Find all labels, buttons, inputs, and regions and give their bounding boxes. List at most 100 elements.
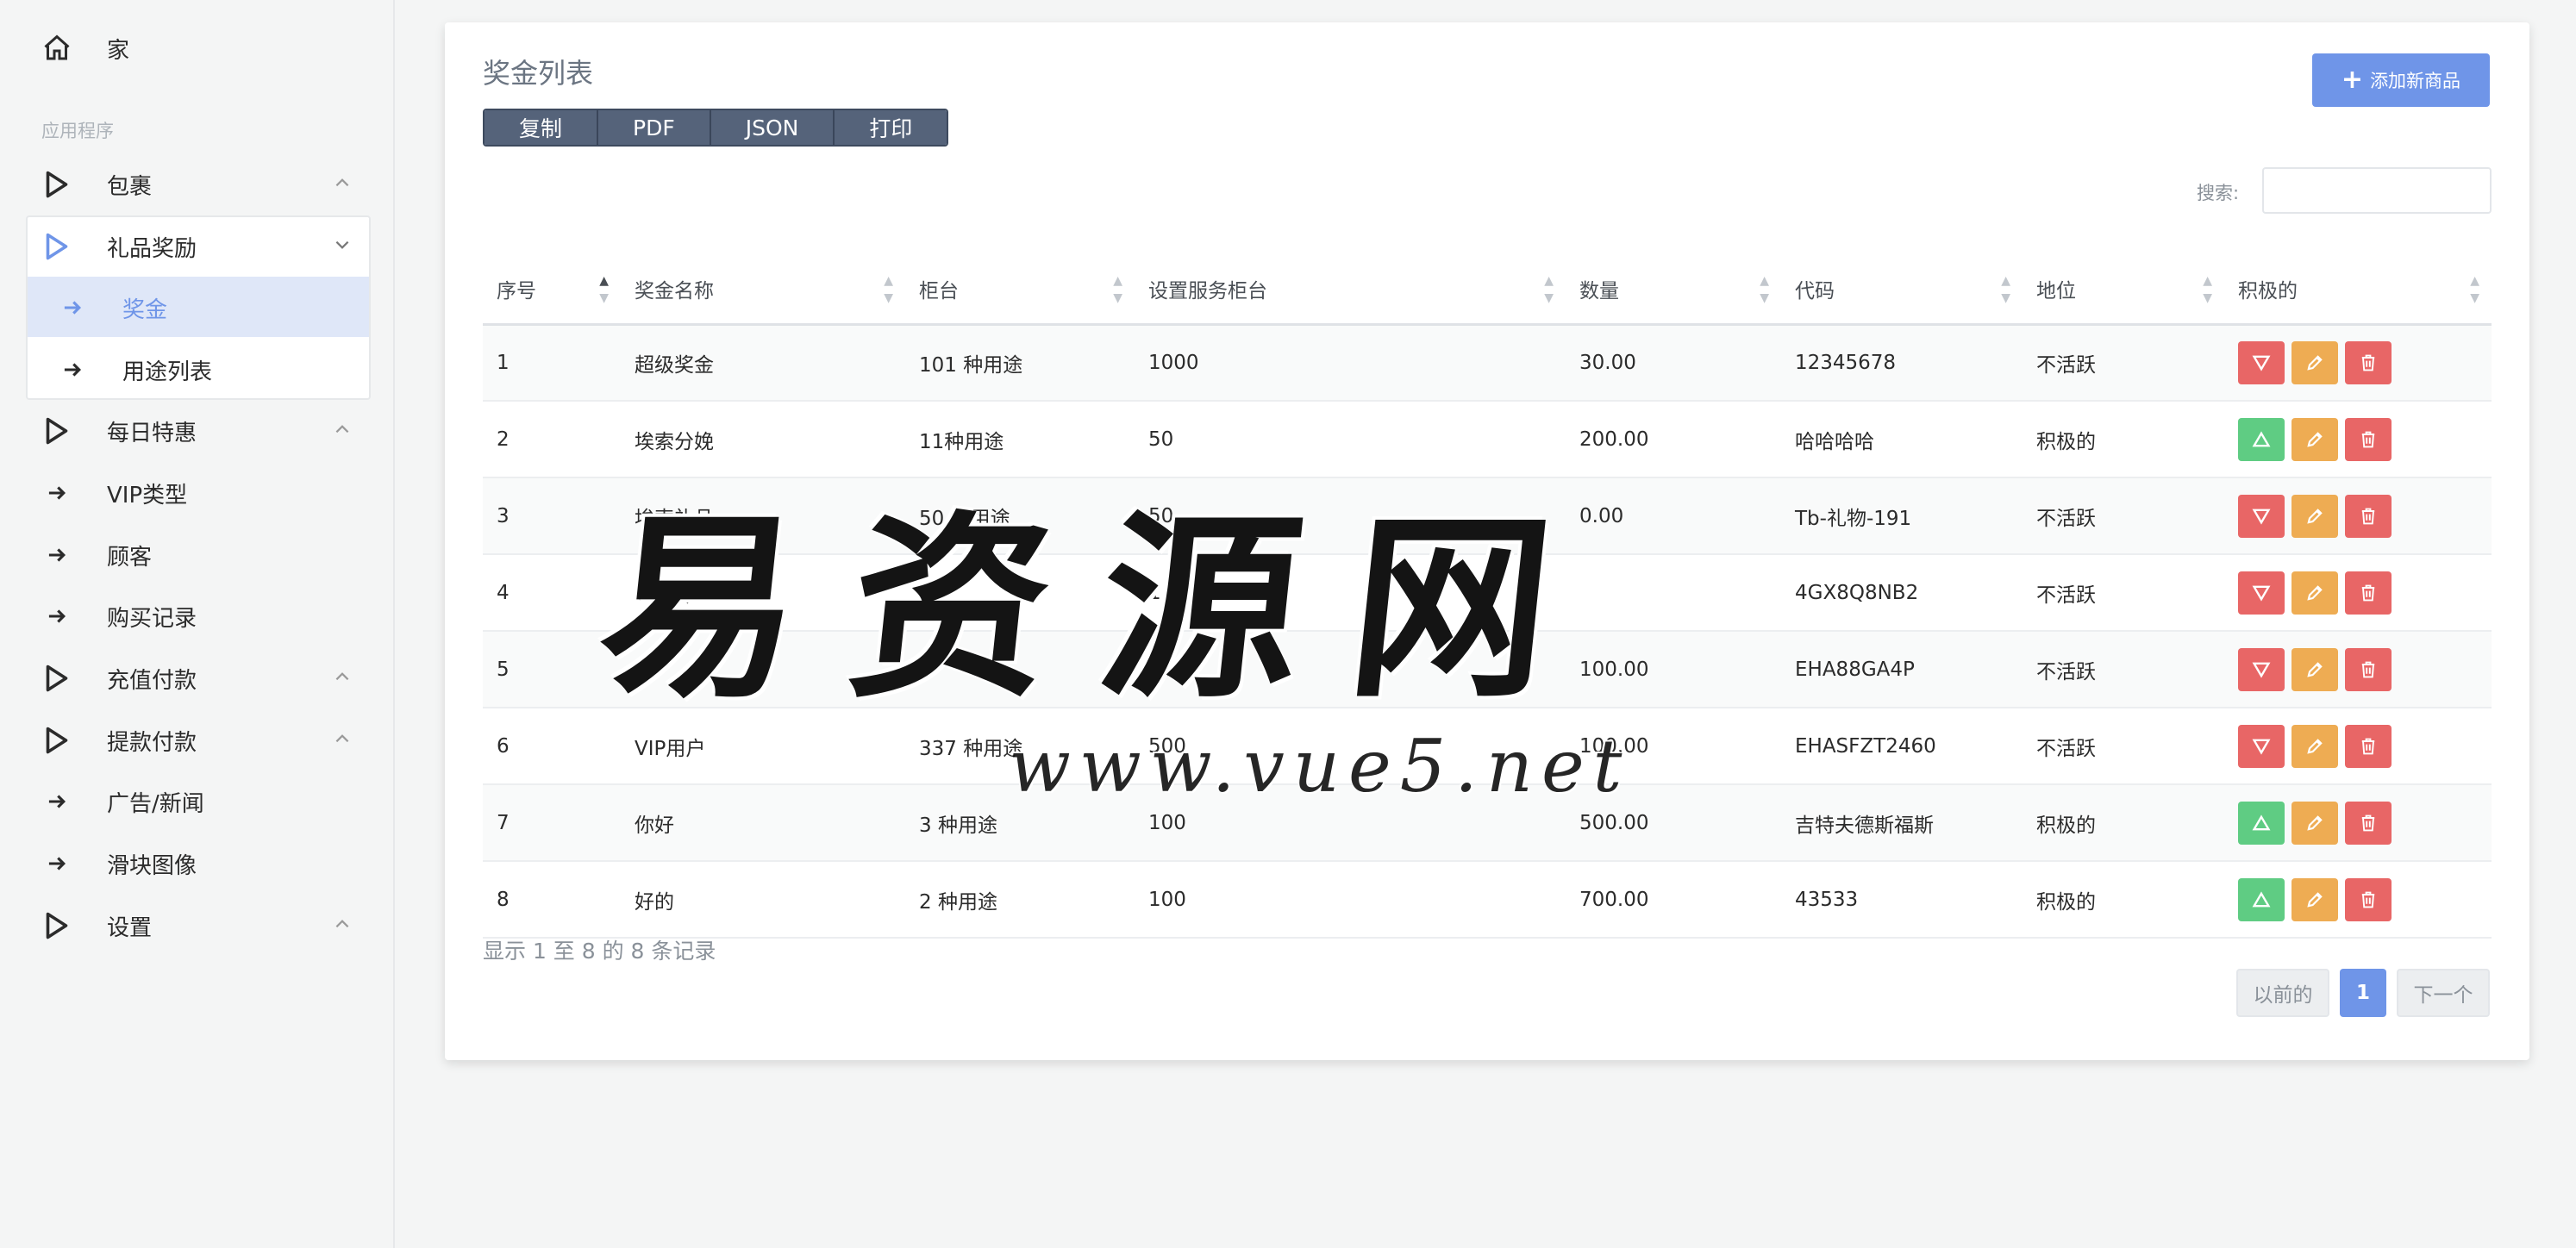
sidebar-item[interactable]: VIP类型: [26, 462, 371, 524]
edit-button[interactable]: [2292, 571, 2338, 615]
column-header[interactable]: 序号 ▲ ▼: [483, 255, 621, 326]
deactivate-button[interactable]: [2238, 417, 2285, 461]
cell-set-counter: 100: [1135, 861, 1566, 939]
delete-button[interactable]: [2345, 801, 2392, 845]
sidebar-item[interactable]: 广告/新闻: [26, 771, 371, 833]
sidebar-item[interactable]: 顾客: [26, 524, 371, 586]
sidebar-item[interactable]: 滑块图像: [26, 833, 371, 895]
deactivate-button[interactable]: [2238, 877, 2285, 921]
arrow-right-icon: [40, 599, 74, 633]
cell-code: 吉特夫德斯福斯: [1781, 784, 2023, 862]
sidebar-item-label: 顾客: [107, 544, 153, 571]
activate-button[interactable]: [2238, 571, 2285, 615]
cell-status: 积极的: [2023, 784, 2224, 862]
cell-status: 不活跃: [2023, 708, 2224, 785]
page-1-button[interactable]: 1: [2340, 969, 2386, 1017]
pdf-button[interactable]: PDF: [598, 110, 711, 145]
sort-icon: ▲ ▼: [2001, 274, 2010, 305]
edit-button[interactable]: [2292, 801, 2338, 845]
arrow-right-icon: [40, 476, 74, 510]
search-input[interactable]: [2262, 167, 2492, 214]
print-button[interactable]: 打印: [835, 110, 947, 145]
column-header[interactable]: 代码 ▲ ▼: [1781, 255, 2023, 326]
column-header[interactable]: 地位 ▲ ▼: [2023, 255, 2224, 326]
cell-name: 好的: [621, 861, 905, 939]
next-page-button[interactable]: 下一个: [2397, 969, 2490, 1017]
arrow-right-icon: [55, 290, 90, 325]
export-button-group: 复制 PDF JSON 打印: [483, 109, 949, 147]
sidebar-item[interactable]: 奖金: [26, 277, 371, 339]
json-button[interactable]: JSON: [710, 110, 835, 145]
edit-button[interactable]: [2292, 647, 2338, 691]
activate-button[interactable]: [2238, 724, 2285, 768]
sort-icon: ▲ ▼: [2470, 274, 2479, 305]
sidebar: 家 应用程序 包裹礼品奖励 奖金 用途列表每日特惠 VIP类型顾客购买记录 充值付款 提款…: [0, 0, 395, 1248]
cell-actions: [2224, 631, 2492, 708]
play-icon: [40, 661, 74, 696]
cell-code: 12345678: [1781, 324, 2023, 402]
arrow-right-icon: [55, 353, 90, 387]
activate-button[interactable]: [2238, 647, 2285, 691]
column-header[interactable]: 数量 ▲ ▼: [1566, 255, 1781, 326]
column-header[interactable]: 奖金名称 ▲ ▼: [621, 255, 905, 326]
chevron-up-icon: [333, 728, 357, 752]
sort-icon: ▲ ▼: [1113, 274, 1122, 305]
sidebar-item-home[interactable]: 家: [26, 17, 371, 79]
edit-button[interactable]: [2292, 494, 2338, 538]
sidebar-section-label: 应用程序: [41, 121, 114, 141]
cell-actions: [2224, 324, 2492, 402]
cell-actions: [2224, 708, 2492, 785]
delete-button[interactable]: [2345, 724, 2392, 768]
previous-page-button[interactable]: 以前的: [2236, 969, 2329, 1017]
sidebar-item[interactable]: 包裹: [26, 153, 371, 215]
edit-button[interactable]: [2292, 417, 2338, 461]
chevron-down-icon: [333, 234, 357, 259]
chevron-up-icon: [333, 666, 357, 690]
delete-button[interactable]: [2345, 340, 2392, 384]
sidebar-item[interactable]: 礼品奖励: [26, 215, 371, 278]
sidebar-item[interactable]: 购买记录: [26, 585, 371, 647]
sidebar-item-label: 设置: [107, 914, 153, 941]
deactivate-button[interactable]: [2238, 801, 2285, 845]
delete-button[interactable]: [2345, 877, 2392, 921]
copy-button[interactable]: 复制: [485, 110, 599, 145]
add-new-item-button[interactable]: + 添加新商品: [2312, 53, 2490, 107]
arrow-right-icon: [40, 846, 74, 881]
sidebar-item[interactable]: 用途列表: [26, 339, 371, 401]
edit-button[interactable]: [2292, 877, 2338, 921]
cell-set-counter: 1000: [1135, 324, 1566, 402]
cell-code: 4GX8Q8NB2: [1781, 554, 2023, 632]
sidebar-item[interactable]: 设置: [26, 895, 371, 957]
cell-status: 不活跃: [2023, 324, 2224, 402]
delete-button[interactable]: [2345, 417, 2392, 461]
delete-button[interactable]: [2345, 494, 2392, 538]
edit-button[interactable]: [2292, 340, 2338, 384]
column-header[interactable]: 柜台 ▲ ▼: [905, 255, 1135, 326]
chevron-up-icon: [333, 914, 357, 938]
delete-button[interactable]: [2345, 647, 2392, 691]
pagination: 以前的 1 下一个: [2236, 969, 2490, 1017]
cell-actions: [2224, 784, 2492, 862]
table-header-row: 序号 ▲ ▼ 奖金名称 ▲ ▼ 柜台 ▲ ▼ 设置服务柜台 ▲ ▼ 数量 ▲ ▼ 代码 ▲ ▼ 地位 ▲ ▼…: [483, 255, 2492, 326]
edit-button[interactable]: [2292, 724, 2338, 768]
sort-icon: ▲ ▼: [1544, 274, 1554, 305]
cell-id: 2: [483, 401, 621, 478]
activate-button[interactable]: [2238, 494, 2285, 538]
sidebar-item[interactable]: 提款付款: [26, 709, 371, 771]
cell-code: 43533: [1781, 861, 2023, 939]
delete-button[interactable]: [2345, 571, 2392, 615]
cell-counter: 101 种用途: [905, 324, 1135, 402]
sidebar-item[interactable]: 每日特惠: [26, 400, 371, 462]
play-icon: [40, 908, 74, 943]
sidebar-item-label: 每日特惠: [107, 420, 197, 446]
sidebar-item-label: 包裹: [107, 173, 153, 200]
sidebar-item[interactable]: 充值付款: [26, 647, 371, 709]
play-icon: [40, 414, 74, 448]
activate-button[interactable]: [2238, 340, 2285, 384]
cell-code: EHASFZT2460: [1781, 708, 2023, 785]
watermark-text: 易资源网: [589, 492, 1615, 725]
column-header[interactable]: 设置服务柜台 ▲ ▼: [1135, 255, 1566, 326]
column-header[interactable]: 积极的 ▲ ▼: [2224, 255, 2492, 326]
chevron-up-icon: [333, 419, 357, 443]
cell-id: 8: [483, 861, 621, 939]
